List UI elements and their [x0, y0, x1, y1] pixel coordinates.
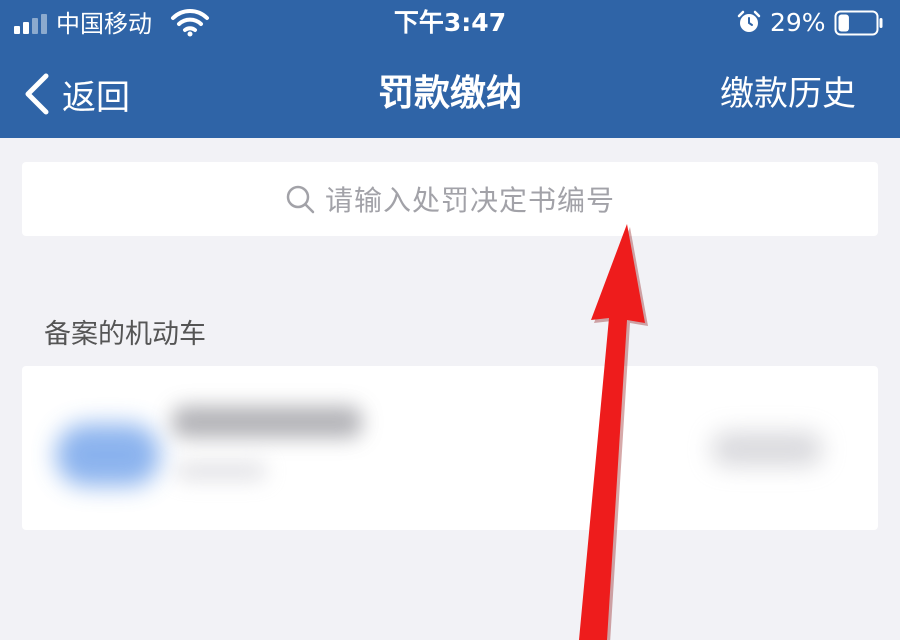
- vehicle-detail-redacted: [176, 462, 266, 480]
- vehicle-plate-redacted: [172, 406, 362, 438]
- alarm-icon: [737, 10, 761, 32]
- search-icon: [286, 185, 315, 214]
- registered-vehicles-heading: 备案的机动车: [44, 319, 206, 350]
- battery-icon: [834, 10, 883, 36]
- nav-bar: 返回 罚款缴纳 缴款历史: [0, 50, 900, 138]
- app-header: 中国移动 下午3:47 29% 返回 罚款缴纳 缴款历史: [0, 0, 900, 138]
- vehicle-action-redacted: [712, 432, 822, 466]
- vehicle-icon: [56, 424, 160, 486]
- payment-history-button[interactable]: 缴款历史: [720, 72, 856, 116]
- search-placeholder: 请输入处罚决定书编号: [324, 184, 615, 217]
- penalty-number-search-input[interactable]: 请输入处罚决定书编号: [22, 162, 878, 236]
- status-bar: 中国移动 下午3:47 29%: [0, 0, 900, 50]
- status-time: 下午3:47: [393, 8, 507, 37]
- battery-percent: 29%: [770, 8, 826, 37]
- vehicle-list-item[interactable]: [22, 366, 878, 530]
